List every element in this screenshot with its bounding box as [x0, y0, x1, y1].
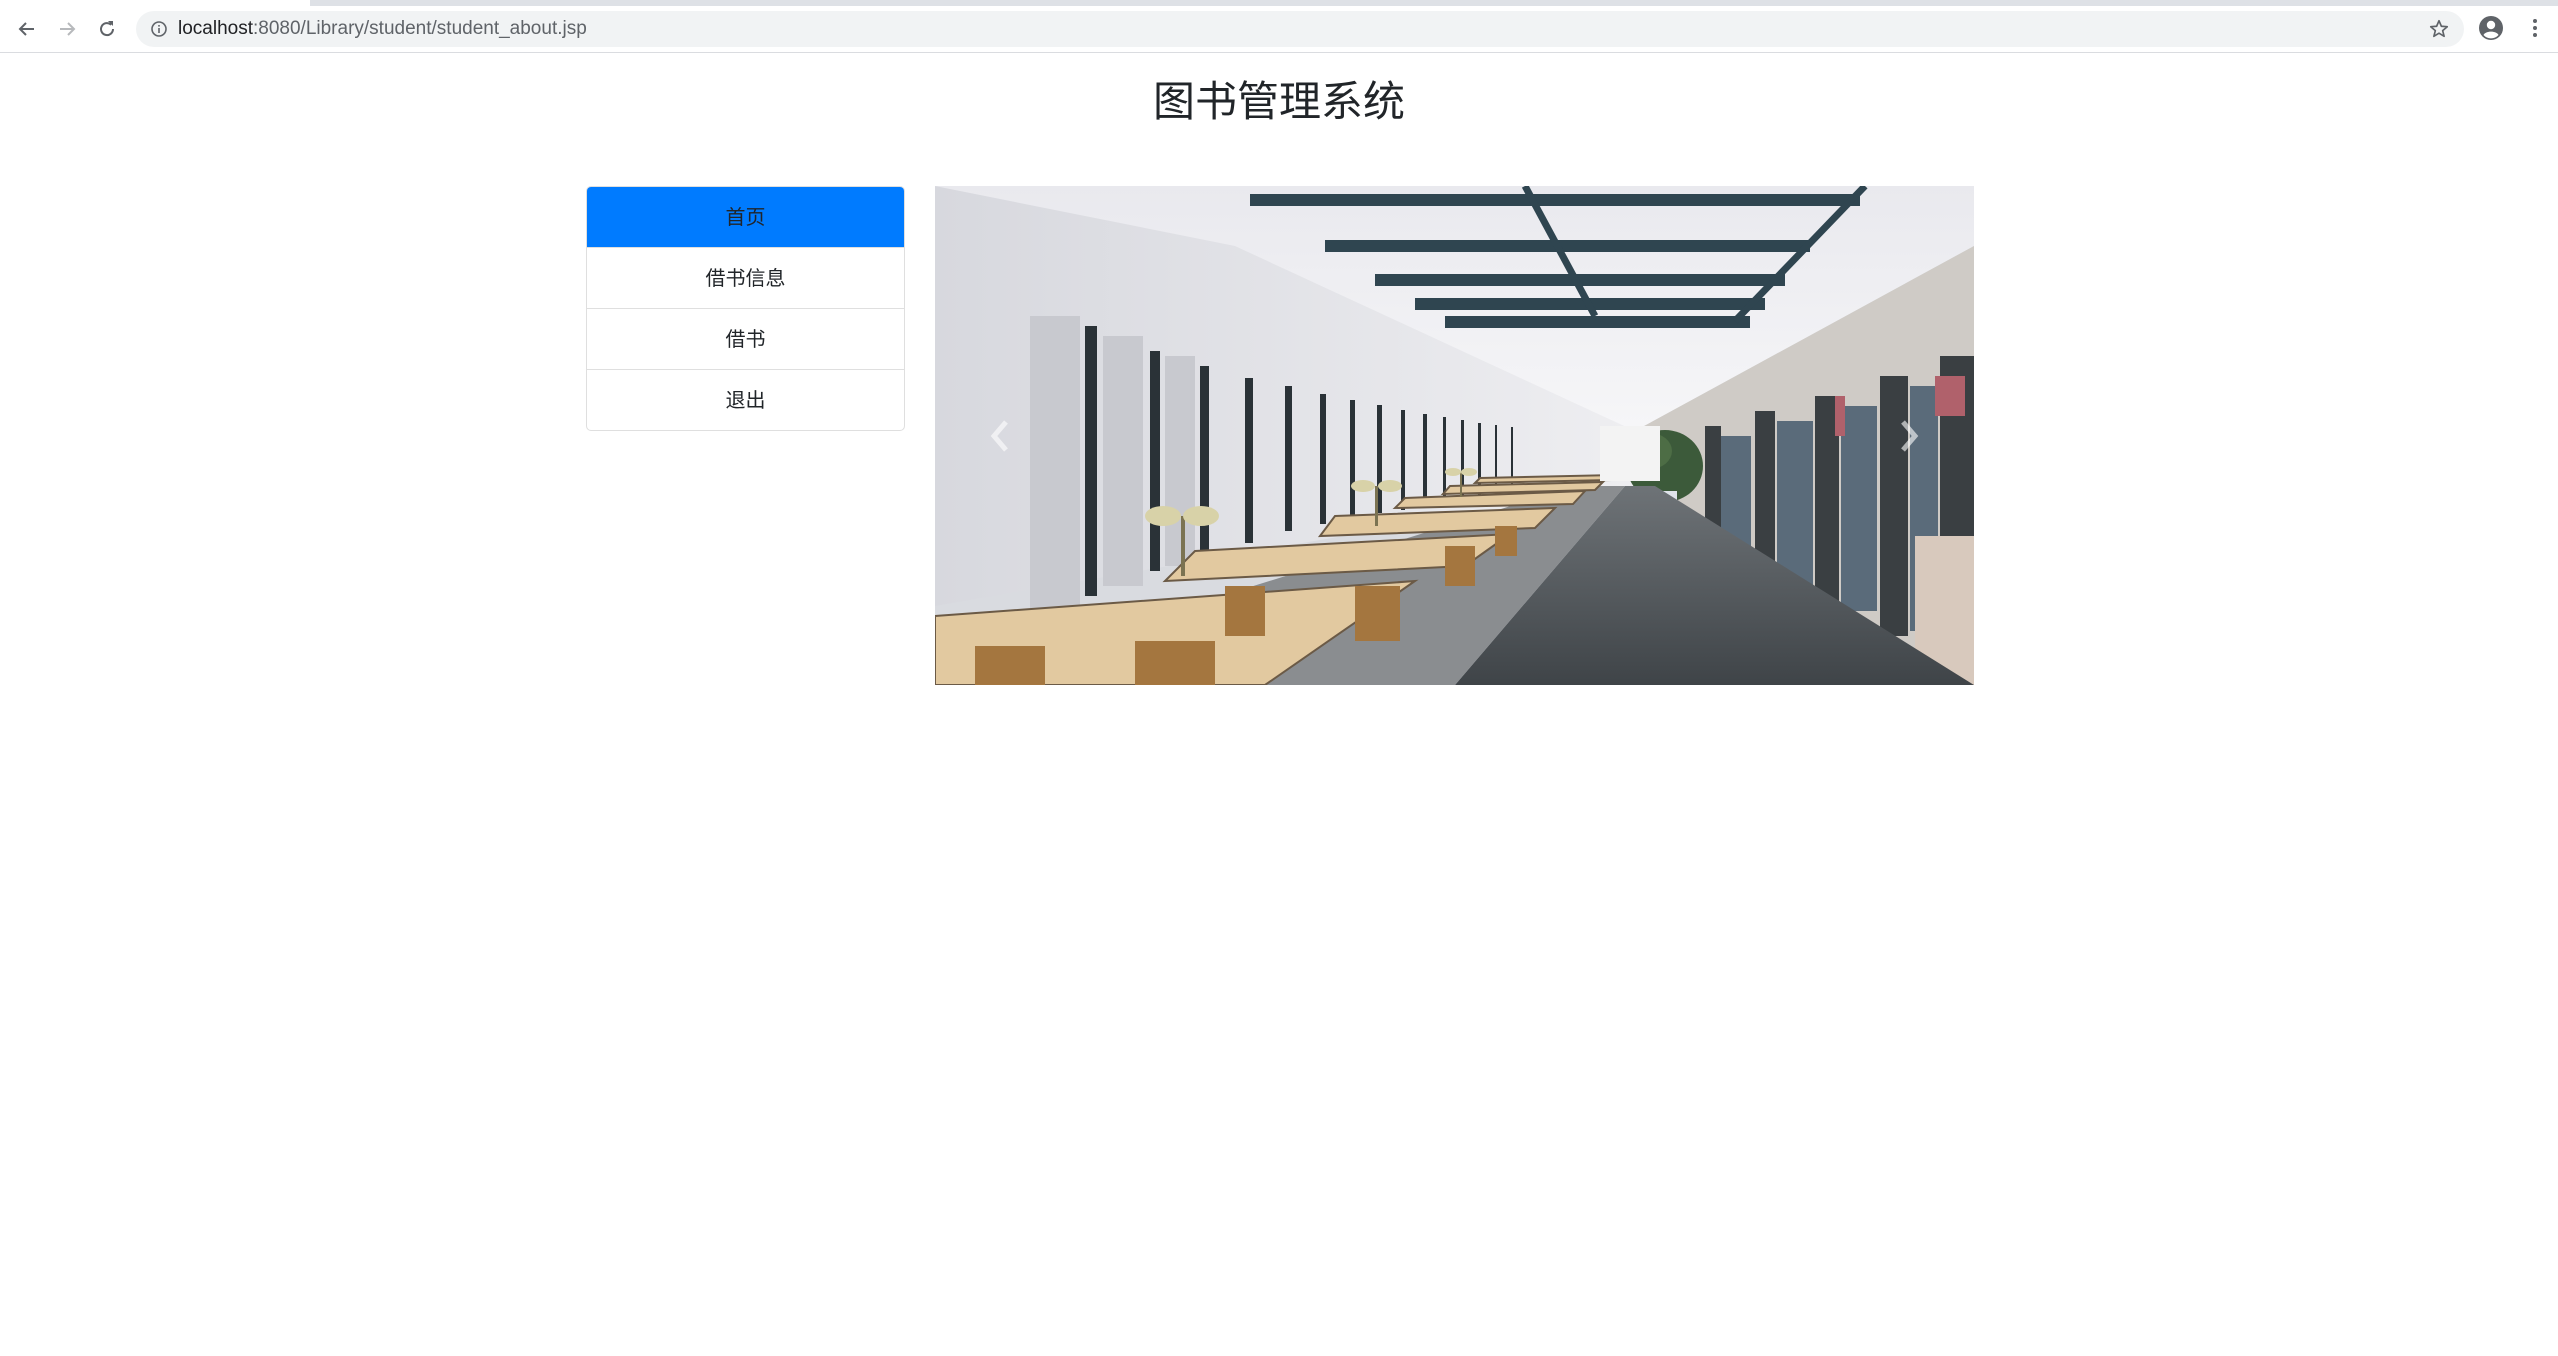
address-bar[interactable]: localhost:8080/Library/student/student_a… — [136, 11, 2464, 47]
info-icon[interactable] — [150, 20, 168, 38]
carousel-next-button[interactable] — [1844, 186, 1974, 685]
active-tab-edge — [0, 0, 310, 6]
reload-icon — [100, 21, 115, 37]
dots-icon — [2533, 19, 2537, 37]
url-host: localhost — [178, 18, 253, 39]
back-button[interactable] — [12, 14, 42, 44]
carousel-prev-button[interactable] — [935, 186, 1065, 685]
browser-toolbar: localhost:8080/Library/student/student_a… — [0, 0, 2558, 53]
library-reading-room-photo — [935, 186, 1974, 685]
url-text[interactable]: localhost:8080/Library/student/student_a… — [178, 11, 587, 47]
back-arrow-icon — [18, 22, 34, 36]
tab-strip — [0, 0, 2558, 6]
sidebar-item-logout[interactable]: 退出 — [587, 369, 904, 430]
reload-button[interactable] — [92, 14, 122, 44]
sidebar-item-borrow-info[interactable]: 借书信息 — [587, 247, 904, 308]
star-icon[interactable] — [2428, 18, 2450, 40]
forward-arrow-icon — [60, 22, 76, 36]
profile-icon[interactable] — [2478, 15, 2504, 41]
kebab-menu-icon[interactable] — [2522, 15, 2548, 41]
sidebar-item-borrow[interactable]: 借书 — [587, 308, 904, 369]
image-carousel — [935, 186, 1974, 685]
sidebar-item-home[interactable]: 首页 — [587, 187, 904, 247]
chevron-left-icon — [990, 419, 1008, 452]
page-title: 图书管理系统 — [1152, 77, 1405, 126]
chevron-right-icon — [1901, 419, 1919, 452]
sidebar-nav: 首页 借书信息 借书 退出 — [586, 186, 905, 431]
url-path: :8080/Library/student/student_about.jsp — [253, 18, 587, 39]
forward-button[interactable] — [52, 14, 82, 44]
